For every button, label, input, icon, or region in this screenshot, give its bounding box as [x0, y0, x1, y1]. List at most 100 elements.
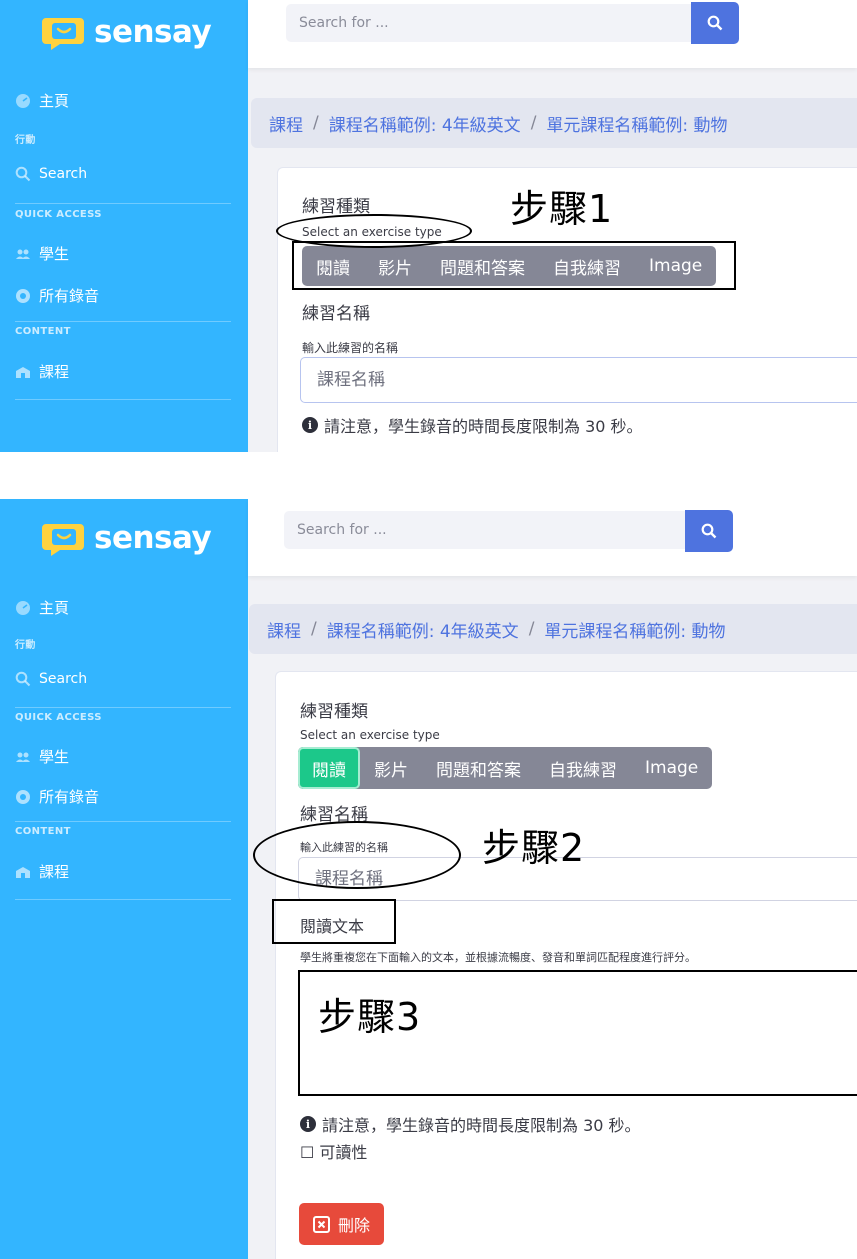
sidebar: sensay 主頁 行動 Search QUICK ACCESS 學生 所有錄音…: [0, 0, 248, 452]
search-button[interactable]: [691, 2, 739, 44]
sidebar: sensay 主頁 行動 Search QUICK ACCESS 學生 所有錄音…: [0, 499, 248, 1259]
annotation-step1: 步驟1: [510, 187, 614, 231]
breadcrumb-separator: /: [311, 619, 317, 639]
sidebar-item-recordings[interactable]: 所有錄音: [15, 786, 99, 807]
breadcrumb: 課程 / 課程名稱範例: 4年級英文 / 單元課程名稱範例: 動物: [251, 98, 857, 148]
sidebar-item-students[interactable]: 學生: [15, 243, 69, 264]
sidebar-section-actions: 行動: [15, 135, 36, 146]
sidebar-item-search[interactable]: Search: [15, 166, 87, 182]
recording-limit-text: 請注意，學生錄音的時間長度限制為 30 秒。: [322, 1116, 641, 1135]
sidebar-item-label: Search: [39, 671, 88, 687]
search-button[interactable]: [685, 510, 733, 552]
sidebar-item-label: 主頁: [39, 599, 70, 617]
sidebar-item-home[interactable]: 主頁: [15, 597, 69, 618]
sidebar-divider: [15, 399, 231, 400]
annotation-ellipse-exercise-name: [253, 821, 461, 889]
breadcrumb-item[interactable]: 課程: [269, 111, 303, 136]
breadcrumb: 課程 / 課程名稱範例: 4年級英文 / 單元課程名稱範例: 動物: [249, 604, 857, 654]
sidebar-item-courses[interactable]: 課程: [15, 361, 69, 382]
sidebar-section-actions: 行動: [15, 640, 36, 651]
topbar: Search for ...: [248, 499, 857, 576]
info-icon: i: [302, 417, 318, 433]
breadcrumb-item[interactable]: 課程: [267, 617, 301, 642]
exercise-type-video-button[interactable]: 影片: [360, 747, 422, 789]
search-icon: [707, 15, 723, 31]
brand-logo[interactable]: sensay: [42, 14, 212, 50]
annotation-step3: 步驟3: [318, 995, 422, 1039]
users-icon: [16, 249, 30, 259]
readability-checkbox[interactable]: ☐ 可讀性: [300, 1139, 367, 1163]
sidebar-item-label: 課程: [39, 863, 70, 881]
exercise-type-hint: Select an exercise type: [300, 728, 440, 742]
breadcrumb-separator: /: [530, 113, 537, 133]
sidebar-section-content: CONTENT: [15, 326, 71, 337]
sidebar-item-search[interactable]: Search: [15, 671, 87, 687]
dashboard-gauge-icon: [16, 600, 30, 615]
sidebar-item-label: 學生: [39, 748, 70, 766]
delete-button-label: 刪除: [338, 1216, 371, 1235]
sidebar-divider: [15, 707, 231, 708]
topbar: Search for ...: [248, 0, 857, 68]
info-icon: i: [300, 1116, 316, 1132]
recording-limit-note: i 請注意，學生錄音的時間長度限制為 30 秒。: [300, 1112, 641, 1136]
sidebar-item-label: 課程: [39, 363, 70, 381]
sidebar-item-label: 所有錄音: [39, 287, 100, 305]
brand-name: sensay: [94, 14, 212, 50]
users-icon: [16, 752, 30, 762]
sidebar-section-quick-access: QUICK ACCESS: [15, 209, 102, 220]
search-icon: [15, 166, 31, 182]
sidebar-divider: [15, 899, 231, 900]
sidebar-divider: [15, 203, 231, 204]
sidebar-section-content: CONTENT: [15, 826, 71, 837]
sidebar-item-courses[interactable]: 課程: [15, 861, 69, 882]
exercise-type-button-group: 閱讀 影片 問題和答案 自我練習 Image: [298, 747, 713, 789]
annotation-step2: 步驟2: [482, 826, 586, 870]
sidebar-divider: [15, 821, 231, 822]
sidebar-item-label: 所有錄音: [39, 788, 100, 806]
exercise-type-qa-button[interactable]: 問題和答案: [422, 747, 535, 789]
search-icon: [15, 671, 31, 687]
exercise-name-input[interactable]: 課程名稱: [300, 357, 857, 403]
recording-limit-note: i 請注意，學生錄音的時間長度限制為 30 秒。: [302, 413, 643, 437]
sidebar-section-quick-access: QUICK ACCESS: [15, 712, 102, 723]
breadcrumb-separator: /: [313, 113, 319, 133]
record-icon: [16, 789, 30, 804]
annotation-box-exercise-types: [292, 241, 736, 290]
school-building-icon: [16, 866, 30, 878]
brand-name: sensay: [94, 520, 212, 556]
annotation-box-reading-text-label: [272, 899, 396, 944]
breadcrumb-item[interactable]: 課程名稱範例: 4年級英文: [329, 111, 521, 136]
breadcrumb-item[interactable]: 課程名稱範例: 4年級英文: [327, 617, 519, 642]
panel-gap: [0, 452, 857, 499]
chat-bubble-logo-icon: [42, 524, 84, 556]
screenshot-panel-step2-3: sensay 主頁 行動 Search QUICK ACCESS 學生 所有錄音…: [0, 499, 857, 1259]
sidebar-item-students[interactable]: 學生: [15, 746, 69, 767]
sidebar-item-label: Search: [39, 166, 88, 182]
search-input[interactable]: Search for ...: [286, 4, 692, 42]
dashboard-gauge-icon: [16, 93, 30, 108]
exercise-type-reading-button[interactable]: 閱讀: [298, 747, 360, 789]
school-building-icon: [16, 366, 30, 378]
exercise-name-label: 練習名稱: [302, 304, 370, 324]
exercise-type-self-practice-button[interactable]: 自我練習: [535, 747, 631, 789]
breadcrumb-separator: /: [528, 619, 535, 639]
sidebar-item-home[interactable]: 主頁: [15, 90, 69, 111]
exercise-type-image-button[interactable]: Image: [631, 747, 712, 789]
exercise-name-hint: 輸入此練習的名稱: [302, 341, 399, 355]
search-icon: [701, 523, 717, 539]
recording-limit-text: 請注意，學生錄音的時間長度限制為 30 秒。: [324, 417, 643, 436]
brand-logo[interactable]: sensay: [42, 520, 212, 556]
sidebar-divider: [15, 321, 231, 322]
delete-button[interactable]: 刪除: [299, 1203, 385, 1245]
screenshot-panel-step1: sensay 主頁 行動 Search QUICK ACCESS 學生 所有錄音…: [0, 0, 857, 452]
sidebar-item-recordings[interactable]: 所有錄音: [15, 285, 99, 306]
breadcrumb-item[interactable]: 單元課程名稱範例: 動物: [546, 111, 727, 136]
record-icon: [16, 288, 30, 303]
close-square-icon: [313, 1215, 330, 1233]
breadcrumb-item[interactable]: 單元課程名稱範例: 動物: [544, 617, 725, 642]
exercise-type-label: 練習種類: [300, 702, 368, 722]
reading-text-hint: 學生將重複您在下面輸入的文本，並根據流暢度、發音和單詞匹配程度進行評分。: [300, 951, 696, 964]
sidebar-item-label: 主頁: [39, 92, 70, 110]
chat-bubble-logo-icon: [42, 18, 84, 50]
search-input[interactable]: Search for ...: [284, 511, 690, 549]
